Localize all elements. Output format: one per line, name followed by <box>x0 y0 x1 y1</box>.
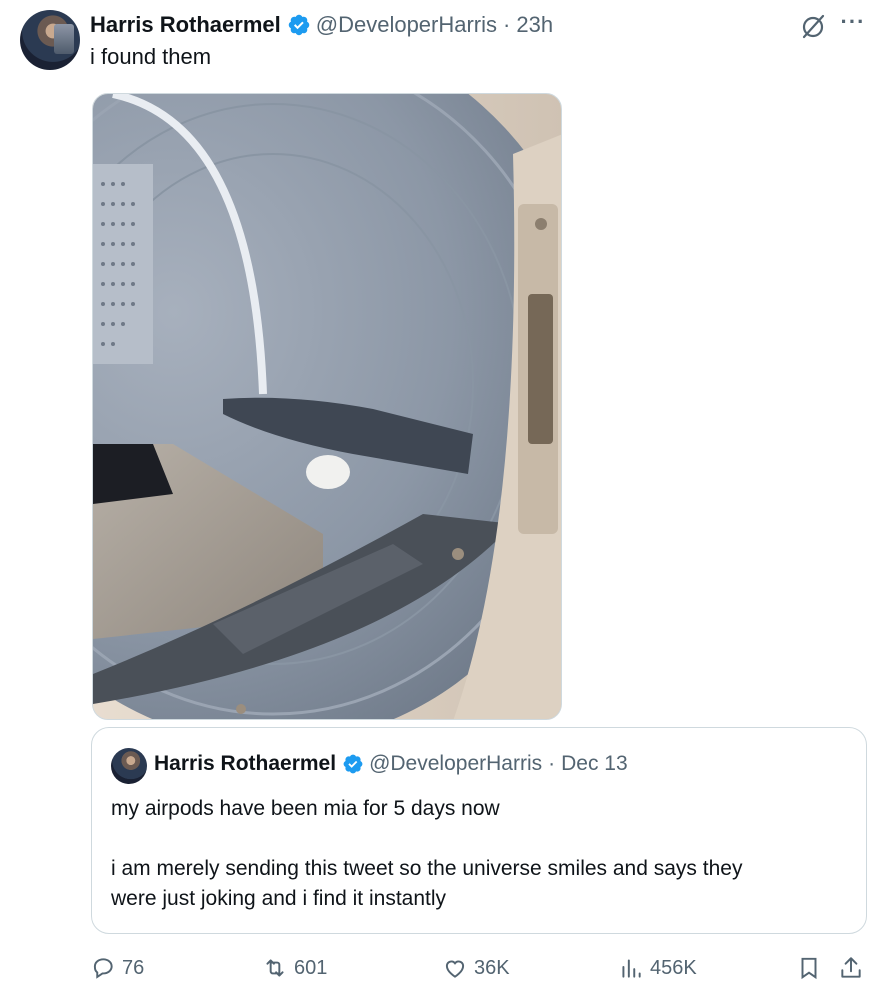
quoted-user-avatar[interactable] <box>111 748 147 784</box>
like-count: 36K <box>474 956 510 979</box>
quoted-tweet-text-line-3: were just joking and i find it instantly <box>111 887 447 910</box>
author-handle[interactable]: @DeveloperHarris <box>316 12 497 38</box>
quoted-tweet-text-line-2: i am merely sending this tweet so the un… <box>111 857 743 880</box>
quoted-author-handle[interactable]: @DeveloperHarris <box>369 752 542 776</box>
reply-icon <box>93 958 113 979</box>
quoted-tweet-date[interactable]: Dec 13 <box>561 752 628 776</box>
bookmark-icon <box>801 957 817 980</box>
dryer-photo-illustration <box>93 94 561 719</box>
tweet-photo[interactable] <box>92 93 562 720</box>
tweet-action-bar: 76 601 36K 456K <box>90 950 870 986</box>
share-button[interactable] <box>838 950 870 986</box>
views-button[interactable]: 456K <box>618 950 697 986</box>
quoted-author-name[interactable]: Harris Rothaermel <box>154 752 336 776</box>
repost-icon <box>266 959 284 977</box>
grok-icon[interactable] <box>798 12 828 42</box>
view-count: 456K <box>650 956 697 979</box>
tweet-header: Harris Rothaermel @DeveloperHarris · 23h <box>90 10 553 40</box>
like-button[interactable]: 36K <box>442 950 510 986</box>
verified-badge-icon <box>343 754 363 774</box>
tweet-text: i found them <box>90 44 212 69</box>
verified-badge-icon <box>288 14 309 36</box>
share-icon <box>841 957 861 978</box>
more-options-icon[interactable]: ··· <box>838 11 868 39</box>
author-name[interactable]: Harris Rothaermel <box>90 12 281 38</box>
repost-button[interactable]: 601 <box>262 950 327 986</box>
bookmark-button[interactable] <box>796 950 828 986</box>
reply-count: 76 <box>122 956 145 979</box>
reply-button[interactable]: 76 <box>90 950 144 986</box>
quoted-tweet-header: Harris Rothaermel @DeveloperHarris · Dec… <box>154 749 628 779</box>
heart-icon <box>445 960 465 978</box>
separator-dot: · <box>548 752 556 775</box>
tweet-timestamp[interactable]: 23h <box>516 12 553 38</box>
views-chart-icon <box>622 959 641 978</box>
quoted-tweet-card[interactable]: Harris Rothaermel @DeveloperHarris · Dec… <box>91 727 867 934</box>
quoted-tweet-text-line-1: my airpods have been mia for 5 days now <box>111 797 500 820</box>
user-avatar[interactable] <box>20 10 80 70</box>
separator-dot: · <box>503 12 511 37</box>
repost-count: 601 <box>294 956 328 979</box>
